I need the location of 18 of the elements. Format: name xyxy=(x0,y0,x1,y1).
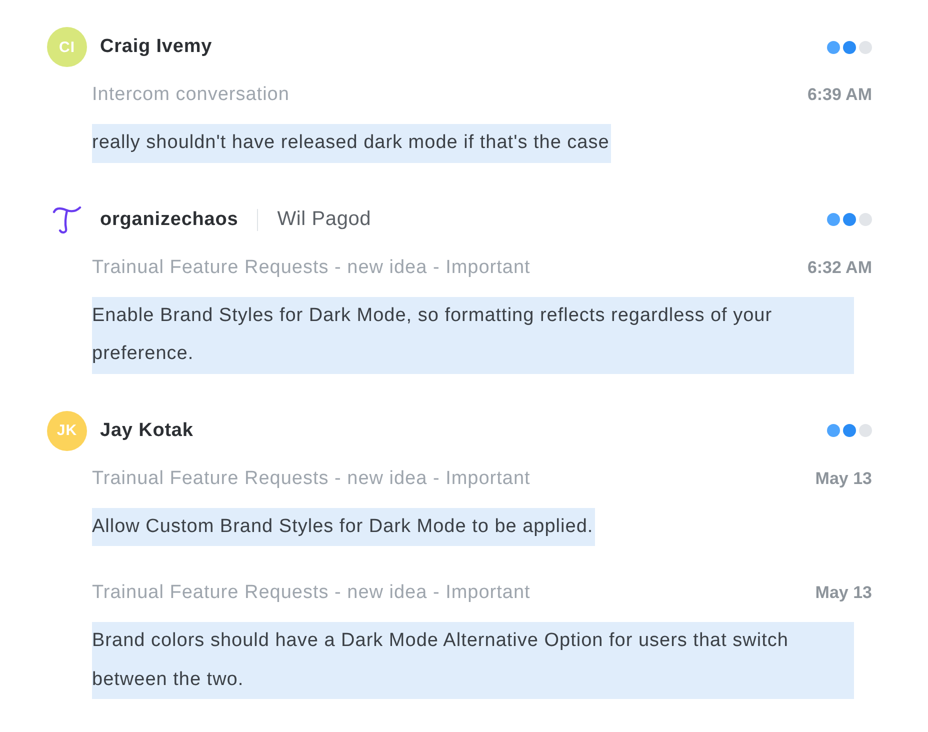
message-source: Trainual Feature Requests - new idea - Important xyxy=(92,468,530,490)
sender-name: Craig Ivemy xyxy=(100,36,212,58)
message-text: really shouldn't have released dark mode if that's the case xyxy=(92,124,612,162)
sender-name: Jay Kotak xyxy=(100,420,194,442)
message-text: Brand colors should have a Dark Mode Alternative Option for users that switch between the two. xyxy=(92,622,854,699)
message-text: Allow Custom Brand Styles for Dark Mode to be applied. xyxy=(92,508,596,546)
message-source: Intercom conversation xyxy=(92,84,290,106)
message-time: May 13 xyxy=(815,583,872,603)
message-source: Trainual Feature Requests - new idea - Important xyxy=(92,582,530,604)
sender-name: organizechaos xyxy=(100,208,238,230)
avatar: JK xyxy=(47,410,87,450)
message-time: 6:39 AM xyxy=(807,85,872,105)
avatar: CI xyxy=(47,27,87,67)
message-time: May 13 xyxy=(815,468,872,488)
message-text: Enable Brand Styles for Dark Mode, so formatting reflects regardless of your preference. xyxy=(92,296,854,374)
contact-name: Wil Pagod xyxy=(277,208,372,231)
message-source: Trainual Feature Requests - new idea - Important xyxy=(92,256,530,278)
message-time: 6:32 AM xyxy=(807,258,872,278)
